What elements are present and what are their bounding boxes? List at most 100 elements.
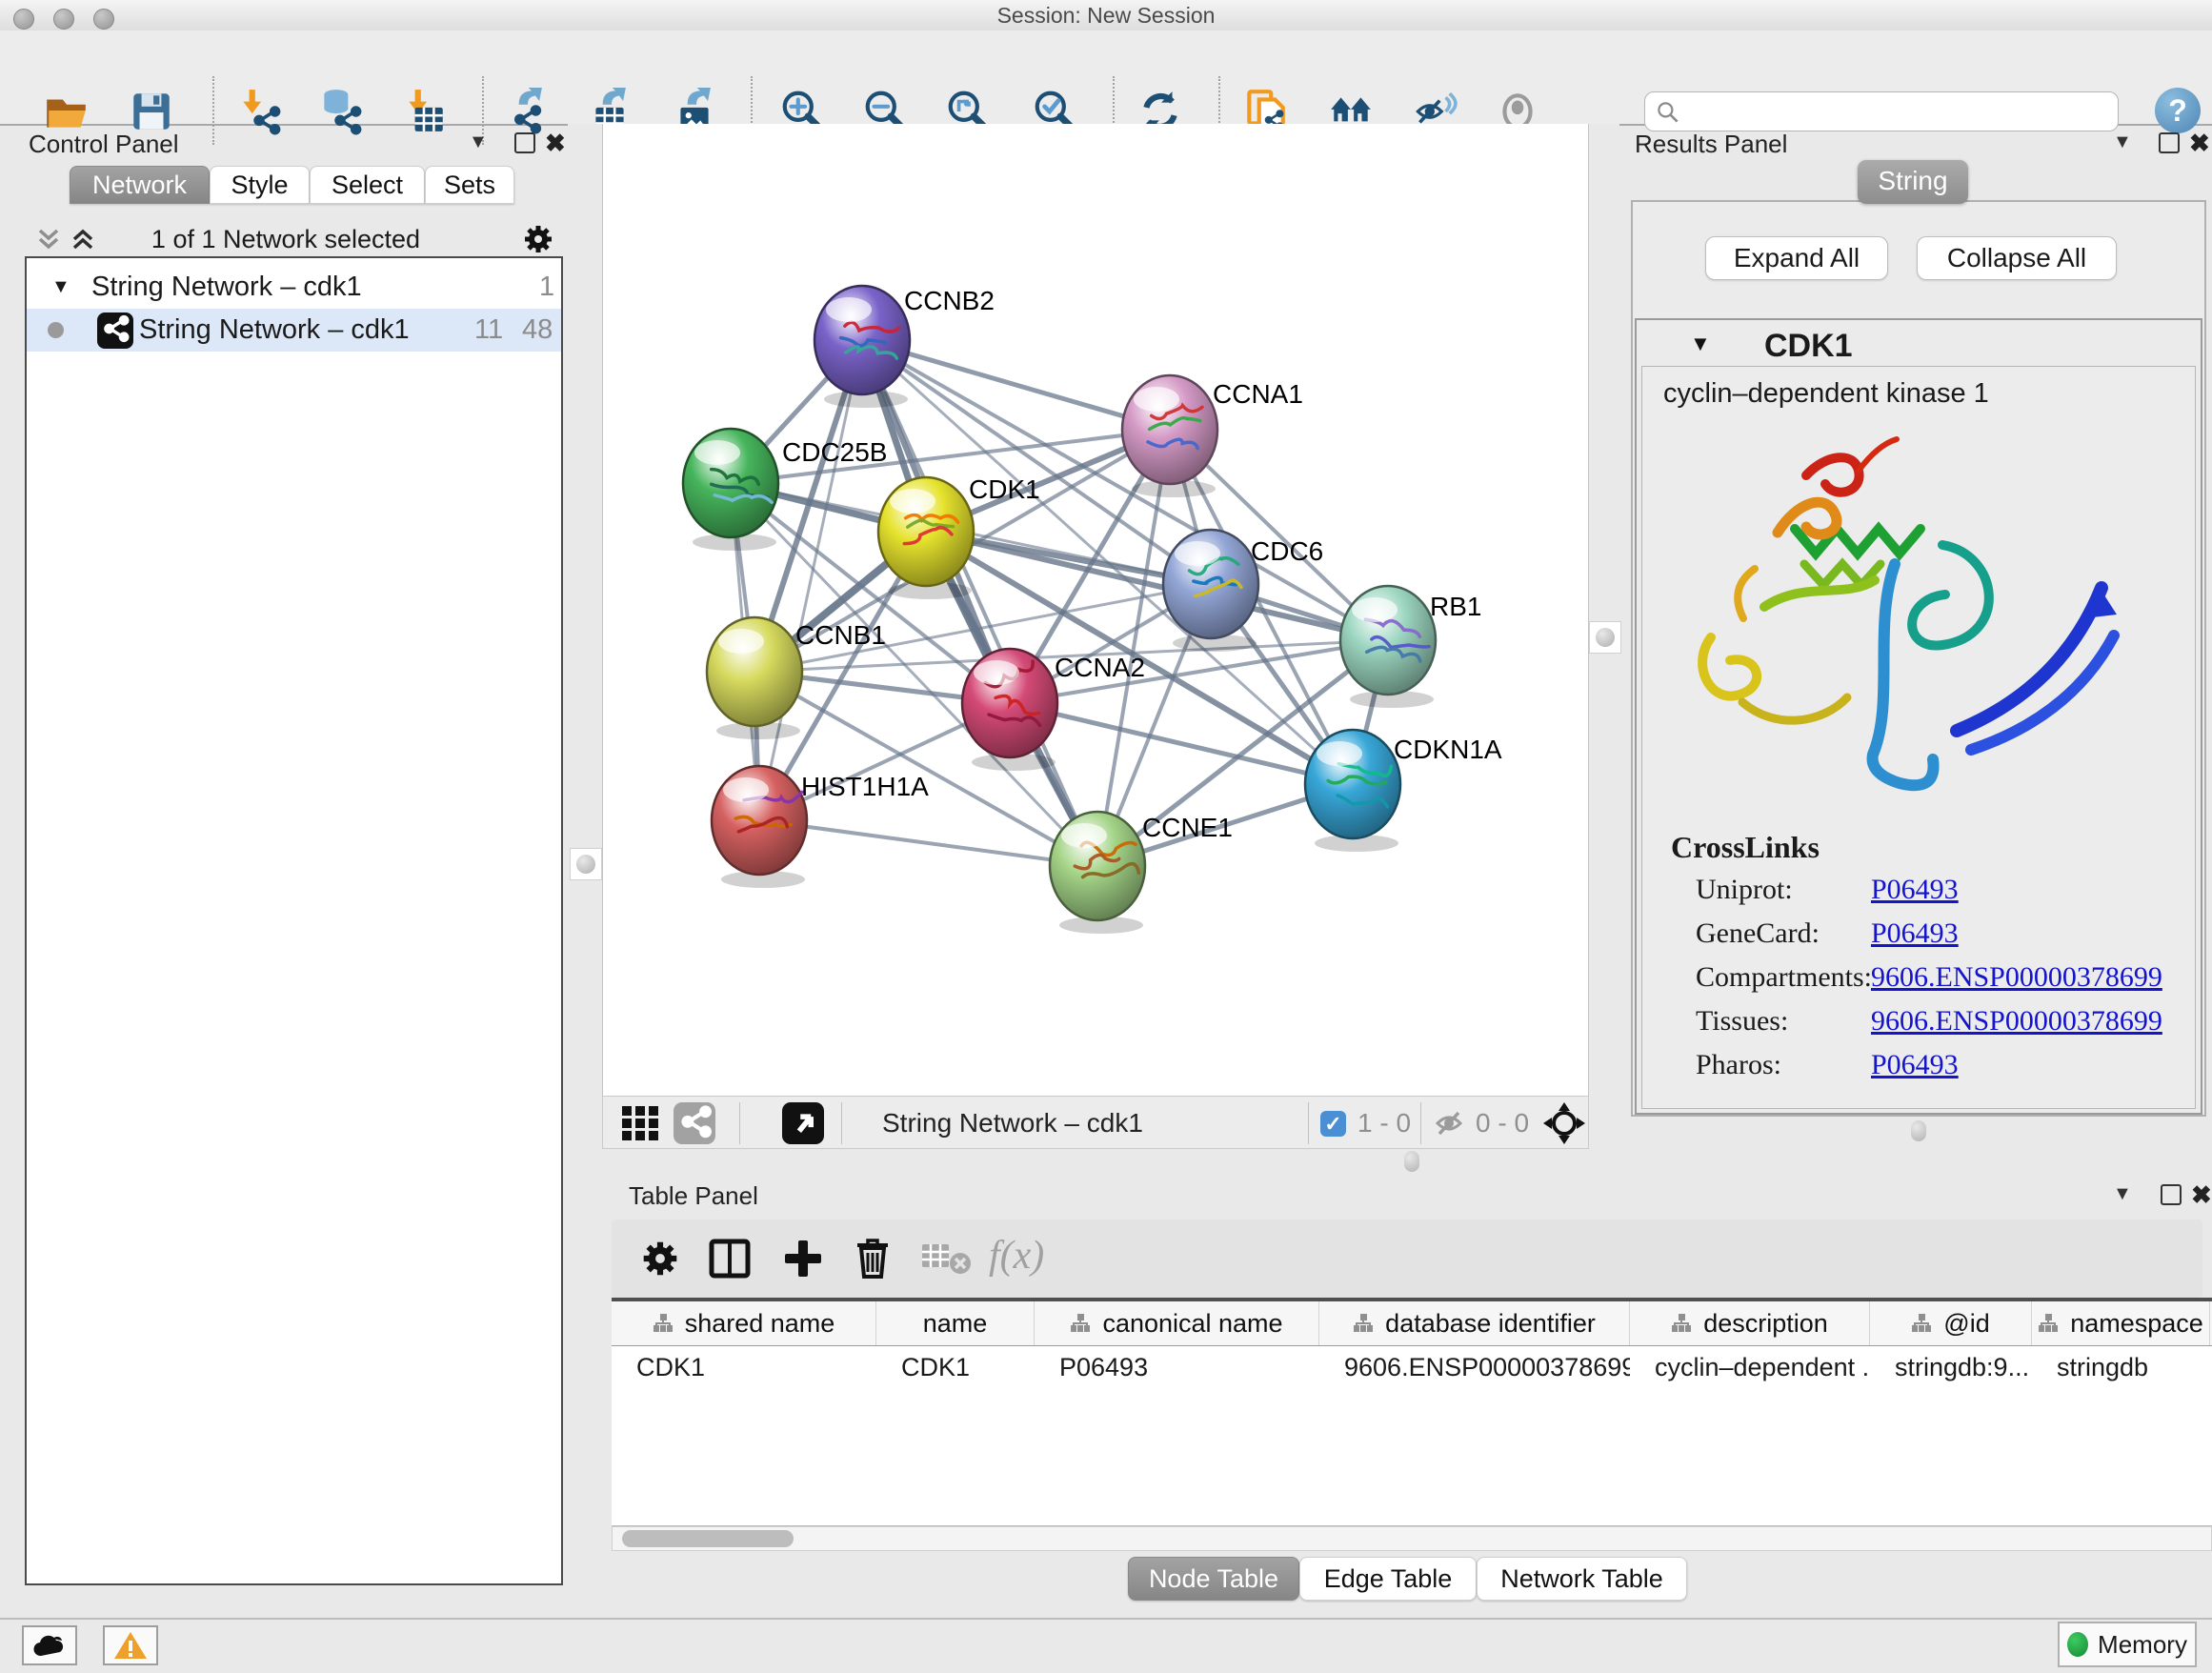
network-view-toolbar: String Network – cdk1 ✓ 1 - 0 0 - 0 — [602, 1096, 1589, 1149]
results-panel-menu-icon[interactable]: ▼ — [2113, 131, 2132, 153]
crosslink-link[interactable]: P06493 — [1871, 1049, 1959, 1081]
node-label-cdc25b: CDC25B — [782, 437, 887, 467]
memory-label: Memory — [2098, 1630, 2187, 1660]
node-label-ccna2: CCNA2 — [1055, 653, 1145, 682]
gear-icon[interactable] — [522, 223, 554, 255]
network-status-dot — [48, 322, 64, 338]
network-edge[interactable] — [759, 820, 1097, 866]
node-table[interactable]: shared namenamecanonical namedatabase id… — [612, 1298, 2212, 1526]
expand-all-button[interactable]: Expand All — [1705, 236, 1888, 280]
network-view-canvas[interactable]: CCNB2CCNA1CDC25BCDK1CDC6RB1CCNB1CCNA2CDK… — [602, 124, 1589, 1096]
left-splitter[interactable] — [568, 124, 602, 1618]
node-label-cdkn1a: CDKN1A — [1394, 735, 1502, 764]
table-hscrollbar-thumb[interactable] — [622, 1530, 794, 1547]
crosslink-link[interactable]: P06493 — [1871, 874, 1959, 906]
table-row[interactable]: CDK1CDK1P064939606.ENSP00000378699cyclin… — [612, 1346, 2212, 1388]
network-node-rb1[interactable] — [1340, 586, 1436, 708]
crosslink-link[interactable]: 9606.ENSP00000378699 — [1871, 1005, 2162, 1038]
protein-collapse-icon[interactable]: ▼ — [1690, 332, 1711, 356]
crosslink-label: Tissues: — [1696, 1005, 1788, 1037]
right-splitter[interactable] — [1589, 124, 1619, 1096]
table-gear-icon[interactable] — [640, 1239, 680, 1279]
protein-name: CDK1 — [1764, 328, 1853, 365]
crosslink-link[interactable]: P06493 — [1871, 917, 1959, 950]
network-edge-count: 48 — [522, 309, 553, 352]
column-network-icon — [1671, 1313, 1692, 1334]
node-label-hist1h1a: HIST1H1A — [801, 772, 929, 801]
collection-expander-icon[interactable]: ▼ — [51, 266, 70, 309]
tab-string[interactable]: String — [1858, 160, 1968, 204]
network-edge[interactable] — [759, 340, 862, 820]
network-node-ccna1[interactable] — [1122, 375, 1217, 497]
crosslink-row: Pharos:P06493 — [1696, 1049, 2191, 1093]
tab-sets[interactable]: Sets — [425, 166, 514, 204]
column-header-sharedname[interactable]: shared name — [612, 1301, 876, 1345]
expand-all-icon[interactable] — [69, 225, 97, 253]
table-panel: Table Panel ▼ ✖ f(x) shared namenamecano… — [602, 1174, 2212, 1618]
network-node-cdc25b[interactable] — [683, 429, 778, 551]
cloud-status-button[interactable] — [22, 1625, 77, 1665]
crosshair-icon[interactable] — [1542, 1101, 1586, 1145]
column-network-icon — [2038, 1313, 2059, 1334]
network-node-ccna2[interactable] — [962, 649, 1057, 771]
column-header-id[interactable]: @id — [1870, 1301, 2032, 1345]
tab-edge-table[interactable]: Edge Table — [1299, 1557, 1477, 1601]
tab-node-table[interactable]: Node Table — [1128, 1557, 1299, 1601]
column-header-name[interactable]: name — [876, 1301, 1035, 1345]
search-icon — [1655, 99, 1681, 126]
tab-style[interactable]: Style — [210, 166, 310, 204]
network-node-ccnb2[interactable] — [814, 286, 910, 408]
memory-button[interactable]: Memory — [2058, 1622, 2197, 1667]
network-node-hist1h1a[interactable] — [712, 766, 807, 888]
bottom-splitter[interactable] — [602, 1149, 2212, 1174]
network-node-ccnb1[interactable] — [707, 617, 802, 739]
network-node-count: 11 — [474, 309, 503, 352]
control-panel-menu-icon[interactable]: ▼ — [469, 131, 488, 153]
control-panel-close-icon[interactable]: ✖ — [545, 129, 566, 158]
search-input[interactable] — [1687, 96, 2110, 127]
table-panel-close-icon[interactable]: ✖ — [2191, 1180, 2212, 1210]
table-hscrollbar[interactable] — [612, 1526, 2212, 1551]
control-panel-float-icon[interactable] — [514, 132, 535, 153]
results-panel-close-icon[interactable]: ✖ — [2189, 129, 2210, 158]
add-column-icon[interactable] — [783, 1239, 823, 1279]
network-node-cdkn1a[interactable] — [1305, 730, 1400, 852]
results-panel-float-icon[interactable] — [2159, 132, 2180, 153]
tab-select[interactable]: Select — [310, 166, 425, 204]
crosslink-row: Uniprot:P06493 — [1696, 874, 2191, 917]
show-columns-icon[interactable] — [709, 1239, 751, 1279]
main-toolbar: ? — [0, 30, 2212, 126]
warning-status-button[interactable] — [103, 1625, 158, 1665]
results-panel: Results Panel ▼ ✖ String Expand All Coll… — [1619, 124, 2212, 1149]
share-view-icon[interactable] — [674, 1102, 715, 1144]
node-label-ccne1: CCNE1 — [1142, 813, 1233, 842]
network-node-ccne1[interactable] — [1050, 812, 1145, 934]
tab-network-table[interactable]: Network Table — [1477, 1557, 1687, 1601]
column-header-description[interactable]: description — [1630, 1301, 1870, 1345]
crosslink-link[interactable]: 9606.ENSP00000378699 — [1871, 961, 2162, 994]
network-row-selected[interactable]: String Network – cdk1 11 48 — [27, 309, 561, 352]
collapse-all-button[interactable]: Collapse All — [1917, 236, 2117, 280]
table-panel-float-icon[interactable] — [2161, 1184, 2182, 1205]
table-panel-menu-icon[interactable]: ▼ — [2113, 1183, 2132, 1205]
column-header-namespace[interactable]: namespace — [2032, 1301, 2210, 1345]
selected-nodes-checkbox[interactable]: ✓ — [1320, 1111, 1346, 1137]
birdseye-view-icon[interactable] — [782, 1102, 824, 1144]
node-label-cdk1: CDK1 — [969, 474, 1040, 504]
delete-column-icon[interactable] — [854, 1237, 892, 1280]
table-panel-title: Table Panel — [629, 1181, 758, 1211]
protein-description-box: cyclin–dependent kinase 1 CrossLinks Uni… — [1641, 366, 2196, 1109]
status-bar: Memory — [0, 1618, 2212, 1673]
grid-view-icon[interactable] — [620, 1104, 660, 1142]
collapse-all-icon[interactable] — [34, 225, 63, 253]
collection-label: String Network – cdk1 — [91, 266, 362, 309]
network-list-subheader: 1 of 1 Network selected — [0, 223, 568, 255]
table-cell: CDK1 — [876, 1346, 1035, 1388]
network-selected-status: 1 of 1 Network selected — [95, 225, 476, 254]
network-collection-row[interactable]: ▼ String Network – cdk1 1 — [27, 266, 561, 309]
crosslink-label: Compartments: — [1696, 961, 1872, 993]
table-cell: stringdb:9... — [1870, 1346, 2032, 1388]
tab-network[interactable]: Network — [70, 166, 210, 204]
column-header-canonicalname[interactable]: canonical name — [1035, 1301, 1319, 1345]
column-header-databaseidentifier[interactable]: database identifier — [1319, 1301, 1630, 1345]
